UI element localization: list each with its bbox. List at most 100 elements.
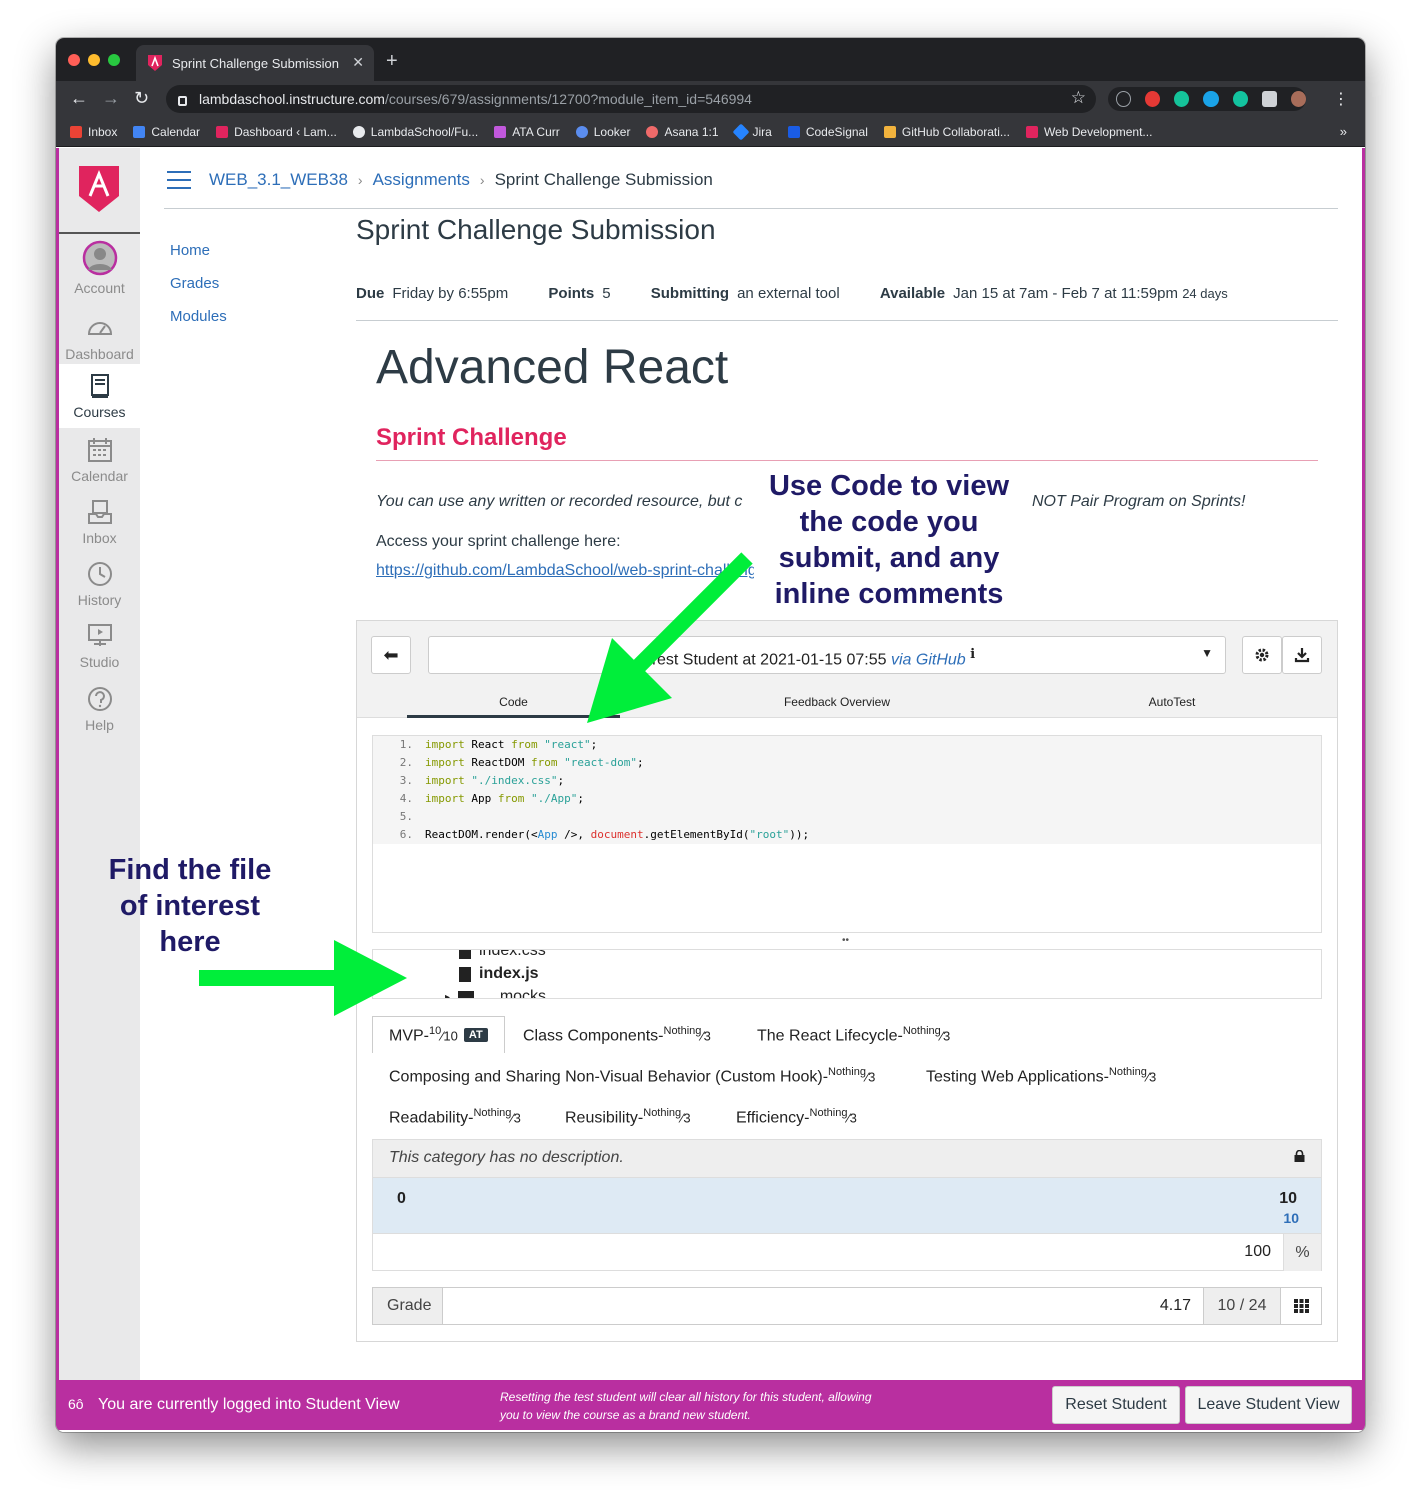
url-field[interactable]: lambdaschool.instructure.com/courses/679… (166, 85, 1096, 113)
course-nav-modules[interactable]: Modules (170, 308, 227, 325)
page-title: Sprint Challenge Submission (356, 214, 716, 245)
code-line[interactable]: 6. ReactDOM.render(<App />, document.getE… (373, 826, 809, 844)
breadcrumb-course[interactable]: WEB_3.1_WEB38 (209, 170, 348, 190)
extensions-area (1108, 87, 1306, 111)
info-extension-icon[interactable] (1116, 91, 1132, 107)
github-link[interactable]: GitHub (916, 651, 966, 668)
bookmarks-overflow-icon[interactable]: » (1340, 124, 1347, 139)
profile-avatar-icon[interactable] (1290, 91, 1306, 107)
percent-sign: % (1283, 1234, 1321, 1271)
rubric-tab-mvp[interactable]: MVP-10⁄10 AT (372, 1016, 505, 1054)
breadcrumb-assignments[interactable]: Assignments (373, 170, 470, 190)
rubric-tab-custom-hook[interactable]: Composing and Sharing Non-Visual Behavio… (389, 1066, 875, 1086)
bookmark-codesignal[interactable]: CodeSignal (787, 125, 868, 139)
rubric-tab-testing[interactable]: Testing Web Applications-Nothing⁄3 (926, 1066, 1156, 1086)
nav-dashboard[interactable]: Dashboard (59, 314, 140, 362)
bookmark-github-collab[interactable]: GitHub Collaborati... (883, 125, 1010, 139)
file-tree[interactable]: index.css index.js ▸ __mocks__ (372, 949, 1322, 999)
bookmark-jira[interactable]: Jira (732, 123, 772, 140)
browser-menu-icon[interactable]: ⋮ (1333, 89, 1349, 109)
file-item[interactable]: index.css (459, 950, 546, 960)
code-line[interactable]: 5. (373, 808, 425, 826)
download-button[interactable] (1282, 636, 1322, 674)
bookmark-asana[interactable]: Asana 1:1 (646, 125, 719, 139)
code-viewer[interactable]: 1. import React from "react"; 2. import Re… (372, 735, 1322, 933)
tab-autotest[interactable]: AutoTest (1097, 695, 1247, 718)
nav-courses[interactable]: Courses (59, 364, 140, 428)
file-icon (459, 950, 471, 959)
nav-label: Dashboard (65, 346, 134, 362)
vpn-extension-icon[interactable] (1203, 91, 1219, 107)
arrow-left-icon: ⬅ (383, 644, 399, 665)
nav-help[interactable]: Help (59, 685, 140, 733)
asana-icon (646, 125, 659, 138)
grade-fraction: 10 / 24 (1203, 1288, 1281, 1324)
file-item[interactable]: index.js (459, 965, 539, 983)
bookmark-looker[interactable]: Looker (575, 125, 630, 139)
stop-extension-icon[interactable] (1145, 91, 1161, 107)
nav-history[interactable]: History (59, 560, 140, 608)
reset-student-button[interactable]: Reset Student (1052, 1386, 1180, 1424)
m-extension-icon[interactable] (1232, 91, 1248, 107)
lambda-favicon-icon (148, 55, 162, 71)
maximize-window-button[interactable] (108, 54, 120, 66)
bookmark-web-dev[interactable]: Web Development... (1025, 125, 1152, 139)
leave-student-view-button[interactable]: Leave Student View (1185, 1386, 1352, 1424)
close-window-button[interactable] (68, 54, 80, 66)
percentage-input[interactable]: 100 % (373, 1234, 1321, 1272)
gmail-icon (70, 125, 82, 138)
tab-close-icon[interactable]: ✕ (352, 54, 364, 71)
canvas-page: Account Dashboard Courses Calendar Inbox… (56, 148, 1365, 1432)
back-arrow-button[interactable]: ⬅ (371, 636, 411, 674)
new-tab-button[interactable]: + (386, 50, 398, 73)
back-icon[interactable]: ← (70, 88, 88, 109)
code-line[interactable]: 2. import ReactDOM from "react-dom"; (373, 754, 644, 772)
nav-divider (59, 232, 140, 234)
rubric-scale[interactable]: 0 10 10 (373, 1178, 1321, 1234)
nav-calendar[interactable]: Calendar (59, 436, 140, 484)
tab-feedback-overview[interactable]: Feedback Overview (737, 695, 937, 718)
forward-icon[interactable]: → (102, 88, 120, 109)
settings-button[interactable] (1242, 636, 1282, 674)
reload-icon[interactable]: ↻ (134, 88, 149, 109)
nav-label: Courses (73, 404, 126, 420)
code-line[interactable]: 4. import App from "./App"; (373, 790, 584, 808)
google-calendar-icon (133, 125, 146, 138)
code-line[interactable]: 3. import "./index.css"; (373, 772, 564, 790)
rubric-tab-reusibility[interactable]: Reusibility-Nothing⁄3 (565, 1107, 691, 1127)
bookmark-star-icon[interactable]: ☆ (1071, 88, 1086, 108)
folder-item[interactable]: ▸ __mocks__ (445, 988, 564, 998)
nav-account[interactable]: Account (59, 240, 140, 296)
nav-label: Account (74, 280, 125, 296)
grid-icon[interactable] (1294, 1299, 1309, 1313)
calendar-icon (87, 438, 112, 462)
bookmark-inbox[interactable]: Inbox (70, 125, 117, 139)
course-menu-icon[interactable] (167, 171, 191, 189)
grade-field: Grade 4.17 10 / 24 (372, 1287, 1322, 1325)
bookmark-ata-curr[interactable]: ATA Curr (494, 125, 560, 139)
grammarly-extension-icon[interactable] (1174, 91, 1190, 107)
course-nav-home[interactable]: Home (170, 242, 227, 259)
lambda-logo-icon[interactable] (79, 166, 119, 212)
bookmark-github[interactable]: LambdaSchool/Fu... (352, 125, 478, 139)
due-label: Due (356, 285, 385, 302)
code-line[interactable]: 1. import React from "react"; (373, 736, 597, 754)
resize-handle-icon[interactable]: •• (842, 935, 849, 946)
bookmark-dashboard[interactable]: Dashboard ‹ Lam... (216, 125, 337, 139)
nav-studio[interactable]: Studio (59, 622, 140, 670)
rubric-tab-efficiency[interactable]: Efficiency-Nothing⁄3 (736, 1107, 857, 1127)
puzzle-extensions-icon[interactable] (1261, 91, 1277, 107)
rubric-tab-readability[interactable]: Readability-Nothing⁄3 (389, 1107, 521, 1127)
rubric-tab-class-components[interactable]: Class Components-Nothing⁄3 (523, 1025, 711, 1045)
grade-value[interactable]: 4.17 (1160, 1297, 1191, 1315)
browser-tab[interactable]: Sprint Challenge Submission ✕ (136, 45, 374, 81)
nav-inbox[interactable]: Inbox (59, 498, 140, 546)
submission-select[interactable]: Test Student at 2021-01-15 07:55 via Git… (428, 636, 1226, 674)
minimize-window-button[interactable] (88, 54, 100, 66)
dashboard-icon (87, 322, 112, 335)
window-controls (68, 54, 120, 66)
bookmark-calendar[interactable]: Calendar (133, 125, 200, 139)
rubric-tab-react-lifecycle[interactable]: The React Lifecycle-Nothing⁄3 (757, 1025, 950, 1045)
course-nav-grades[interactable]: Grades (170, 275, 227, 292)
instructions-text-start: You can use any written or recorded reso… (376, 493, 743, 510)
